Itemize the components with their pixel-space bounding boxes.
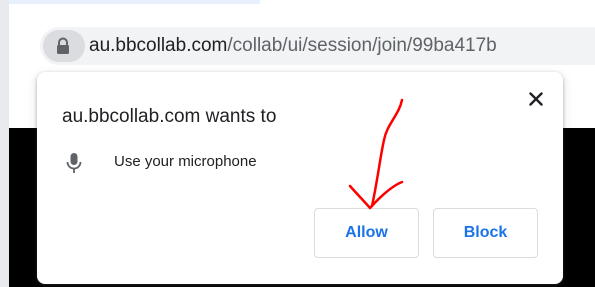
- popup-title: au.bbcollab.com wants to: [62, 106, 277, 127]
- allow-button[interactable]: Allow: [314, 208, 419, 258]
- block-button[interactable]: Block: [433, 208, 538, 258]
- lock-icon: [57, 37, 69, 54]
- address-url[interactable]: au.bbcollab.com/collab/ui/session/join/9…: [89, 33, 497, 59]
- permission-label: Use your microphone: [114, 153, 257, 170]
- close-button[interactable]: [521, 84, 551, 114]
- url-domain: au.bbcollab.com: [89, 35, 228, 56]
- top-accent-strip: [0, 0, 260, 4]
- microphone-icon: [66, 153, 82, 173]
- url-path: /collab/ui/session/join/99ba417b: [227, 35, 497, 56]
- permission-popup: au.bbcollab.com wants to Use your microp…: [37, 72, 563, 284]
- window-left-border: [0, 0, 9, 287]
- close-icon: [529, 92, 543, 106]
